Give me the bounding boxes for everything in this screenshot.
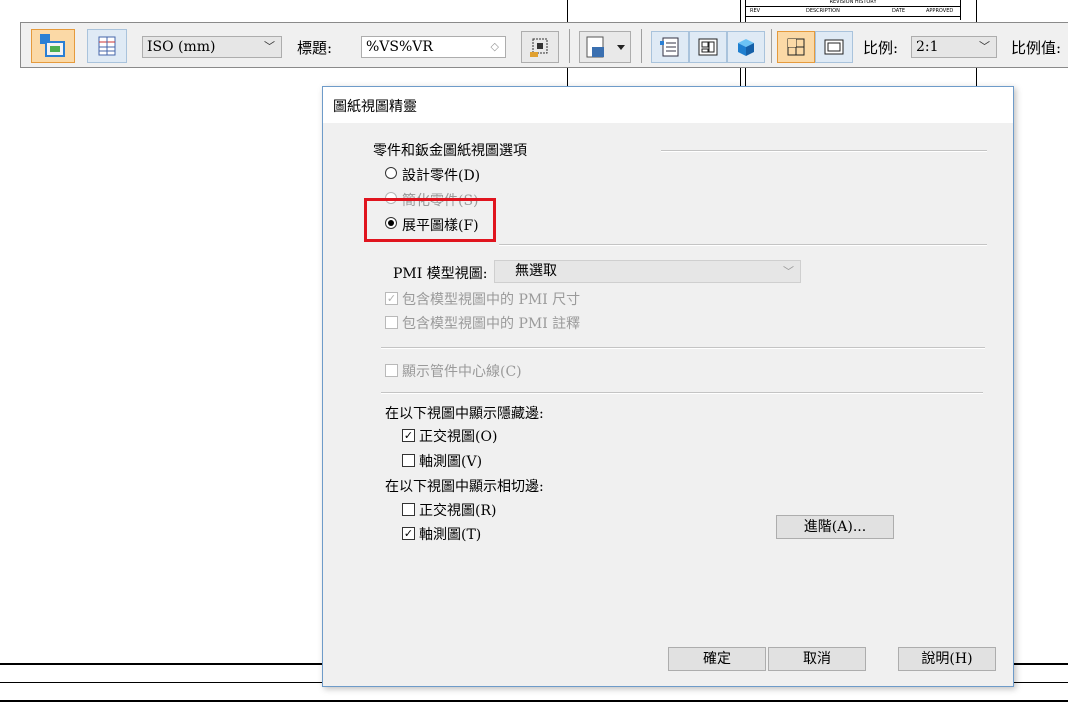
chevron-down-icon: ﹀ [264,40,275,53]
scale-combo[interactable]: 2:1 ﹀ [911,36,997,58]
iso-view-button[interactable] [727,31,765,63]
revision-history-label: REVISION HISTORY [746,0,960,7]
single-view-icon [824,39,844,55]
toolbar-separator [641,29,642,63]
hidden-edges-iso-label: 軸測圖(V) [419,454,483,470]
design-part-radio[interactable] [385,167,397,179]
tube-centerlines-checkbox[interactable] [385,364,398,377]
scale-value-label: 比例值: [1011,39,1062,57]
hidden-edges-title: 在以下視圖中顯示隱藏邊: [385,406,544,422]
caption-value: %VS%VR [366,39,433,55]
section-divider [381,347,985,349]
by-sheet-layout-button[interactable] [777,31,815,63]
save-icon [586,36,625,58]
part-options-group-title: 零件和鈑金圖紙視圖選項 [373,143,527,159]
toolbar-separator [771,29,772,63]
toolbar-separator [569,29,570,63]
section-divider [499,244,987,246]
tube-centerlines-label: 顯示管件中心線(C) [402,364,522,380]
spin-icon: ◇ [490,40,499,53]
scale-label: 比例: [863,39,899,57]
dialog-title-bar[interactable]: 圖紙視圖精靈 [323,87,1013,123]
rev-label: REV [750,8,761,14]
pmi-model-view-label: PMI 模型視圖: [393,266,488,282]
hidden-edges-iso-checkbox[interactable] [402,454,415,467]
drawing-standard-button[interactable] [87,29,127,63]
hidden-edges-ortho-label: 正交視圖(O) [419,429,498,445]
chevron-down-icon: ﹀ [979,40,990,53]
pmi-model-view-combo[interactable]: 無選取 ﹀ [494,260,801,283]
view-list-icon [660,37,679,57]
hidden-edges-ortho-checkbox[interactable]: ✓ [402,429,415,442]
date-label: DATE [892,8,906,14]
tangent-edges-iso-checkbox[interactable]: ✓ [402,527,415,540]
ok-button[interactable]: 確定 [668,647,766,671]
include-pmi-annotations-checkbox[interactable] [385,316,398,329]
drawing-standard-combo[interactable]: ISO (mm) ﹀ [142,36,282,58]
table-icon [98,36,116,56]
caption-label: 標題: [297,39,333,57]
multi-view-button[interactable] [689,31,727,63]
help-button[interactable]: 說明(H) [898,647,996,671]
caption-input[interactable]: %VS%VR ◇ [361,36,506,58]
single-view-button[interactable] [815,31,853,63]
pmi-model-view-value: 無選取 [515,263,557,279]
dialog-title: 圖紙視圖精靈 [333,99,417,115]
cube-icon [738,39,754,56]
tangent-edges-ortho-checkbox[interactable] [402,503,415,516]
include-pmi-dimensions-checkbox[interactable]: ✓ [385,292,398,305]
view-wizard-toolbar: ISO (mm) ﹀ 標題: %VS%VR ◇ 比例: 2:1 ﹀ 比例值: [20,22,1068,68]
group-divider [661,150,987,152]
cancel-button[interactable]: 取消 [768,647,866,671]
drawing-standard-value: ISO (mm) [147,39,216,55]
save-settings-button[interactable] [579,31,631,63]
description-label: DESCRIPTION [806,8,840,14]
approved-label: APPROVED [926,8,954,14]
highlight-box [364,198,496,242]
layout-grid-icon [787,38,805,56]
tangent-edges-iso-label: 軸測圖(T) [419,527,482,543]
caption-properties-button[interactable] [521,31,559,63]
view-wizard-options-button[interactable] [31,29,75,63]
view-options-icon [40,34,65,57]
design-part-label: 設計零件(D) [402,168,481,184]
include-pmi-dimensions-label: 包含模型視圖中的 PMI 尺寸 [402,292,581,308]
tangent-edges-ortho-label: 正交視圖(R) [419,503,497,519]
chevron-down-icon: ﹀ [783,265,794,278]
drawing-view-wizard-dialog: 圖紙視圖精靈 零件和鈑金圖紙視圖選項 設計零件(D) 簡化零件(S) 展平圖樣(… [322,86,1014,687]
tangent-edges-title: 在以下視圖中顯示相切邊: [385,479,544,495]
drawing-view-layout-button[interactable] [651,31,689,63]
caption-settings-icon [530,38,548,57]
scale-value: 2:1 [916,39,939,55]
advanced-button[interactable]: 進階(A)... [776,515,894,539]
include-pmi-annotations-label: 包含模型視圖中的 PMI 註釋 [402,316,581,332]
multi-view-icon [698,38,718,56]
section-divider [381,392,983,394]
